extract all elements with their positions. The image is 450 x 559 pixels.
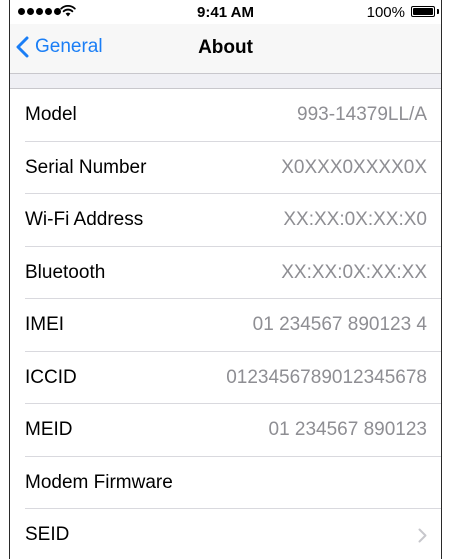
row-label: ICCID [25,366,77,388]
status-bar: 9:41 AM 100% [10,0,441,24]
row-modem-firmware[interactable]: Modem Firmware [10,457,441,510]
row-value: 0123456789012345678 [226,366,427,388]
row-label: IMEI [25,314,65,335]
section-spacer [10,74,441,89]
navigation-bar: General About [10,24,441,74]
phone-screen: 9:41 AM 100% General About Model 993-143… [9,0,442,559]
row-label: Bluetooth [25,261,106,283]
battery-percentage: 100% [366,4,405,21]
row-iccid[interactable]: ICCID 0123456789012345678 [10,352,441,405]
row-label: MEID [25,419,73,440]
row-value: XX:XX:0X:XX:XX [281,261,427,283]
row-label: SEID [25,524,70,545]
row-imei[interactable]: IMEI 01 234567 890123 4 [10,299,441,352]
row-bluetooth[interactable]: Bluetooth XX:XX:0X:XX:XX [10,247,441,300]
row-model[interactable]: Model 993-14379LL/A [10,89,441,142]
row-label: Modem Firmware [25,471,173,493]
row-value: 993-14379LL/A [297,104,427,125]
row-wifi-address[interactable]: Wi-Fi Address XX:XX:0X:XX:X0 [10,194,441,247]
row-label: Model [25,104,77,125]
battery-icon [411,6,435,17]
row-seid[interactable]: SEID [10,509,441,559]
row-label: Wi-Fi Address [25,209,144,230]
row-label: Serial Number [25,156,147,178]
row-value: X0XXX0XXXX0X [281,156,427,178]
row-value: XX:XX:0X:XX:X0 [283,209,427,230]
row-value: 01 234567 890123 4 [252,314,427,335]
chevron-right-icon [418,528,427,543]
row-value: 01 234567 890123 [268,419,428,440]
row-meid[interactable]: MEID 01 234567 890123 [10,404,441,457]
row-serial-number[interactable]: Serial Number X0XXX0XXXX0X [10,142,441,195]
about-list: Model 993-14379LL/A Serial Number X0XXX0… [10,89,441,559]
page-title: About [198,37,253,58]
